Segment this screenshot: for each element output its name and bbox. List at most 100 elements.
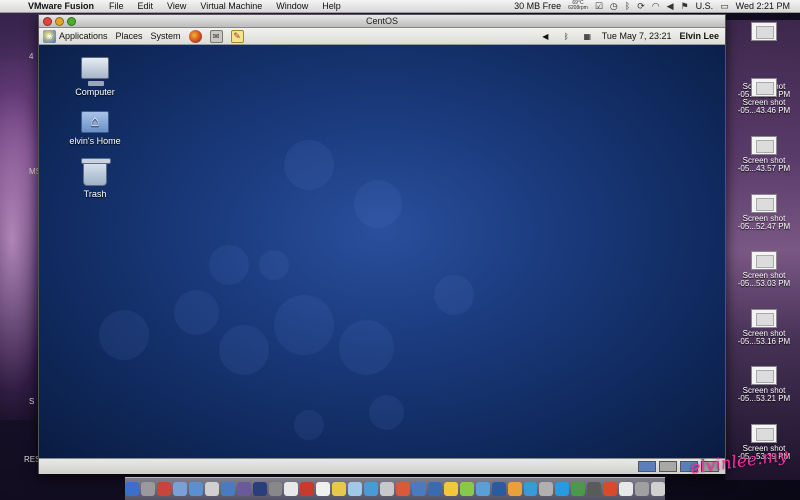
- bluetooth-icon[interactable]: ᛒ: [625, 1, 630, 11]
- app-icon[interactable]: [172, 482, 187, 496]
- close-window-button[interactable]: [43, 17, 52, 26]
- menu-window[interactable]: Window: [269, 1, 315, 11]
- app-icon[interactable]: [475, 482, 490, 496]
- volume-icon[interactable]: ◀: [539, 30, 552, 43]
- photoshop-icon[interactable]: [252, 482, 267, 496]
- desktop-file-screenshot[interactable]: [728, 22, 800, 43]
- app-icon[interactable]: [491, 482, 506, 496]
- app-icon[interactable]: [332, 482, 347, 496]
- desktop-file-screenshot[interactable]: Screen shot -05...52.47 PM: [728, 194, 800, 231]
- workspace-1[interactable]: [638, 461, 656, 472]
- mac-menu-bar: VMware Fusion File Edit View Virtual Mac…: [0, 0, 800, 13]
- input-locale[interactable]: U.S.: [696, 1, 714, 11]
- chrome-icon[interactable]: [523, 482, 538, 496]
- app-icon[interactable]: [204, 482, 219, 496]
- screenshot-thumbnail-icon: [751, 251, 777, 270]
- app-icon[interactable]: [348, 482, 363, 496]
- adium-duck-icon[interactable]: [443, 482, 458, 496]
- wallpaper-bokeh: [369, 395, 404, 430]
- mail-client-icon: ✉: [209, 29, 223, 43]
- workspace-2[interactable]: [659, 461, 677, 472]
- desktop-file-screenshot[interactable]: Screen shot -05...43.57 PM: [728, 136, 800, 173]
- gnome-bottom-panel: [39, 458, 725, 474]
- wallpaper-bokeh: [99, 310, 149, 360]
- applications-menu[interactable]: ❀ Applications: [39, 29, 112, 43]
- vm-window-title: CentOS: [365, 16, 398, 26]
- app-icon[interactable]: [284, 482, 299, 496]
- minimize-window-button[interactable]: [55, 17, 64, 26]
- app-icon[interactable]: [603, 482, 618, 496]
- zoom-window-button[interactable]: [67, 17, 76, 26]
- app-icon[interactable]: [507, 482, 522, 496]
- finder-icon[interactable]: [125, 482, 139, 496]
- app-icon[interactable]: [459, 482, 474, 496]
- checkbox-menu-icon[interactable]: ☑: [595, 1, 603, 12]
- battery-icon[interactable]: ▭: [720, 1, 729, 12]
- menu-help[interactable]: Help: [315, 1, 348, 11]
- app-menu[interactable]: VMware Fusion: [24, 1, 102, 11]
- user-name[interactable]: Elvin Lee: [679, 31, 719, 41]
- app-icon[interactable]: [635, 482, 649, 496]
- gnome-clock[interactable]: Tue May 7, 23:21: [602, 31, 672, 41]
- places-menu[interactable]: Places: [112, 31, 147, 41]
- desktop-icon-computer[interactable]: Computer: [55, 57, 135, 97]
- mac-clock[interactable]: Wed 2:21 PM: [736, 1, 790, 11]
- app-icon[interactable]: [587, 482, 602, 496]
- temperature-status[interactable]: 69°C 6208rpm: [568, 1, 588, 11]
- launcher-notes[interactable]: ✎: [227, 29, 248, 43]
- menu-edit[interactable]: Edit: [131, 1, 161, 11]
- app-icon[interactable]: [380, 482, 394, 496]
- sync-icon[interactable]: ⟳: [637, 1, 645, 12]
- app-icon[interactable]: [268, 482, 283, 496]
- desktop-file-screenshot[interactable]: Screen shot -05...53.03 PM: [728, 251, 800, 288]
- screenshot-thumbnail-icon: [751, 366, 777, 385]
- screenshot-thumbnail-icon: [751, 136, 777, 155]
- app-icon[interactable]: [427, 482, 442, 496]
- app-icon[interactable]: [571, 482, 586, 496]
- flag-icon[interactable]: ⚑: [681, 1, 689, 12]
- menu-view[interactable]: View: [160, 1, 193, 11]
- file-name-line2: -05...53.03 PM: [737, 279, 791, 288]
- home-folder-icon: [81, 111, 109, 133]
- skype-icon[interactable]: [555, 482, 570, 496]
- network-icon[interactable]: ▦: [581, 30, 594, 43]
- wifi-icon[interactable]: ◠: [652, 1, 660, 12]
- app-icon[interactable]: [156, 482, 171, 496]
- memory-free-status[interactable]: 30 MB Free: [514, 1, 561, 11]
- vm-window-titlebar[interactable]: CentOS: [39, 15, 725, 28]
- app-icon[interactable]: [619, 482, 634, 496]
- app-icon[interactable]: [396, 482, 410, 496]
- fan-speed-value: 6208rpm: [568, 5, 588, 11]
- app-icon[interactable]: [316, 482, 331, 496]
- app-icon[interactable]: [364, 482, 379, 496]
- screenshot-thumbnail-icon: [751, 424, 777, 443]
- volume-icon[interactable]: ◀: [667, 1, 674, 12]
- menu-file[interactable]: File: [102, 1, 131, 11]
- app-icon[interactable]: [651, 482, 665, 496]
- app-icon[interactable]: [220, 482, 235, 496]
- wallpaper-bokeh: [434, 275, 474, 315]
- wallpaper-bokeh: [354, 180, 402, 228]
- desktop-file-screenshot[interactable]: Screen shot -05...43.46 PM: [728, 78, 800, 115]
- desktop-icon-label: elvin's Home: [69, 136, 121, 146]
- app-icon[interactable]: [188, 482, 203, 496]
- computer-icon: [81, 57, 109, 86]
- app-icon[interactable]: [411, 482, 426, 496]
- calendar-icon[interactable]: [300, 482, 315, 496]
- app-icon[interactable]: [539, 482, 554, 496]
- desktop-file-screenshot[interactable]: Screen shot -05...53.21 PM: [728, 366, 800, 403]
- dashboard-icon[interactable]: [141, 482, 155, 496]
- system-menu[interactable]: System: [147, 31, 185, 41]
- desktop-icon-home[interactable]: elvin's Home: [55, 111, 135, 146]
- wallpaper-bokeh: [259, 250, 289, 280]
- desktop-icon-trash[interactable]: Trash: [55, 158, 135, 199]
- centos-desktop[interactable]: Computer elvin's Home Trash: [39, 45, 725, 458]
- menu-virtual-machine[interactable]: Virtual Machine: [193, 1, 269, 11]
- screenshot-thumbnail-icon: [751, 78, 777, 97]
- time-machine-icon[interactable]: ◷: [610, 1, 618, 12]
- launcher-mail[interactable]: ✉: [206, 29, 227, 43]
- app-icon[interactable]: [236, 482, 251, 496]
- desktop-file-screenshot[interactable]: Screen shot -05...53.16 PM: [728, 309, 800, 346]
- launcher-firefox[interactable]: [185, 29, 206, 43]
- bluetooth-icon[interactable]: ᛒ: [560, 30, 573, 43]
